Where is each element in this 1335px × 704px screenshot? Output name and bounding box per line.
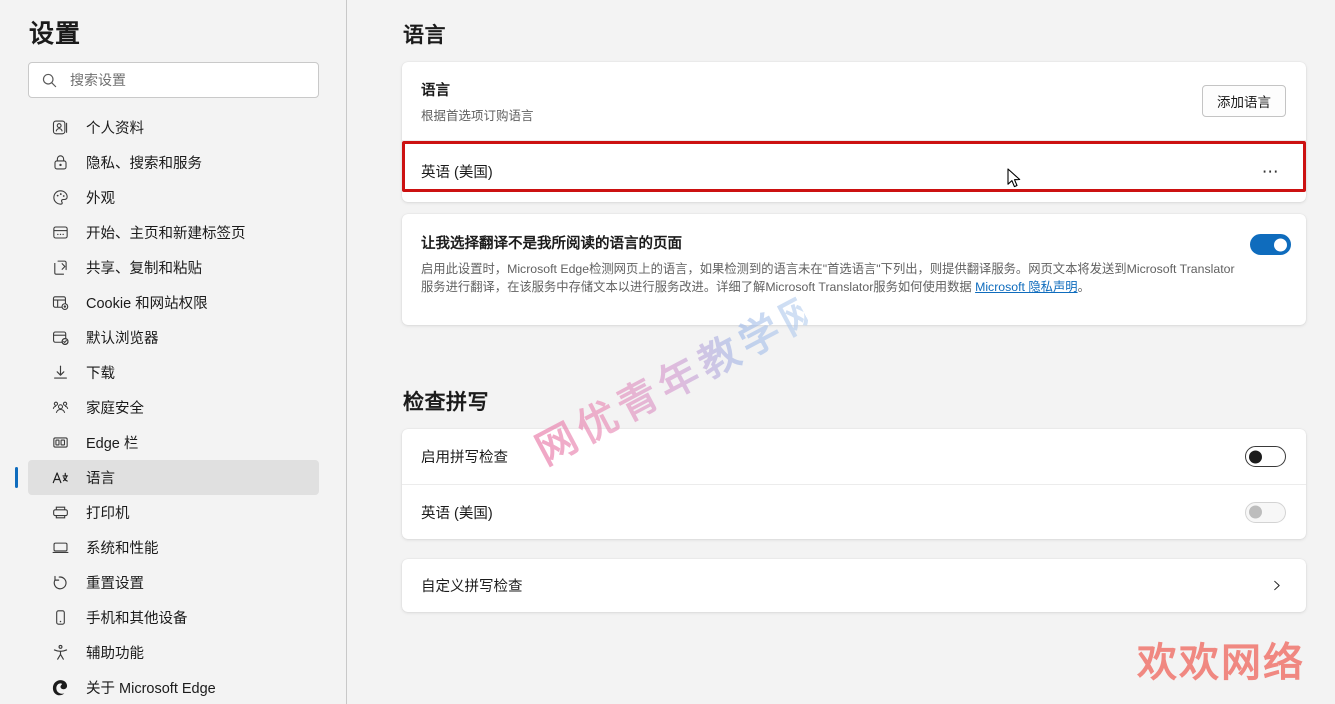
language-icon — [50, 468, 70, 488]
spelling-row-label: 启用拼写检查 — [421, 450, 508, 466]
sidebar-item-profile[interactable]: 个人资料 — [28, 110, 319, 145]
language-card: 语言 根据首选项订购语言 添加语言 英语 (美国) ⋯ — [402, 62, 1306, 202]
sidebar-item-label: 手机和其他设备 — [86, 611, 188, 627]
cookie-settings-icon — [50, 293, 70, 313]
language-section-title: 语言 — [403, 24, 446, 47]
sidebar-item-label: 隐私、搜索和服务 — [86, 156, 202, 172]
settings-page: 设置 个人资料 — [0, 0, 1335, 704]
language-list-item-english-us[interactable]: 英语 (美国) ⋯ — [402, 140, 1306, 202]
sidebar-item-label: 个人资料 — [86, 121, 144, 137]
sidebar-item-downloads[interactable]: 下载 — [28, 355, 319, 390]
page-title: 设置 — [29, 20, 82, 48]
edge-bar-icon — [50, 433, 70, 453]
sidebar-item-edge-bar[interactable]: Edge 栏 — [28, 425, 319, 460]
spelling-card: 启用拼写检查 英语 (美国) — [402, 429, 1306, 539]
sidebar-item-label: 重置设置 — [86, 576, 144, 592]
sidebar-item-label: 共享、复制和粘贴 — [86, 261, 202, 277]
new-tab-page-icon — [50, 223, 70, 243]
spelling-row-enable: 启用拼写检查 — [402, 429, 1306, 484]
sidebar-item-label: 家庭安全 — [86, 401, 144, 417]
sidebar-item-accessibility[interactable]: 辅助功能 — [28, 635, 319, 670]
sidebar-item-printers[interactable]: 打印机 — [28, 495, 319, 530]
edge-logo-icon — [50, 678, 70, 698]
translate-desc-tail: 。 — [1077, 280, 1090, 294]
chevron-right-icon — [1269, 578, 1284, 593]
printer-icon — [50, 503, 70, 523]
sidebar-item-default-browser[interactable]: 默认浏览器 — [28, 320, 319, 355]
sidebar-item-about-microsoft-edge[interactable]: 关于 Microsoft Edge — [28, 670, 319, 704]
sidebar-item-label: 语言 — [86, 471, 115, 487]
sidebar-item-label: 外观 — [86, 191, 115, 207]
profile-icon — [50, 118, 70, 138]
spelling-row-label: 英语 (美国) — [421, 505, 493, 522]
toggle-knob — [1274, 238, 1287, 251]
sidebar-item-label: 辅助功能 — [86, 646, 144, 662]
sidebar-item-start-home-newtab[interactable]: 开始、主页和新建标签页 — [28, 215, 319, 250]
sidebar-nav-list: 个人资料 隐私、搜索和服务 外观 开始、主页和新建标签页 共享、复制和粘贴 Co… — [0, 110, 347, 704]
toggle-knob — [1249, 450, 1262, 463]
language-card-subtitle: 根据首选项订购语言 — [421, 108, 534, 123]
sidebar-item-appearance[interactable]: 外观 — [28, 180, 319, 215]
search-icon — [41, 72, 58, 89]
sidebar-item-system-performance[interactable]: 系统和性能 — [28, 530, 319, 565]
sidebar-item-label: 默认浏览器 — [86, 331, 159, 347]
add-language-button[interactable]: 添加语言 — [1202, 85, 1286, 117]
sidebar-item-label: 打印机 — [86, 506, 130, 522]
sidebar-item-privacy-search-services[interactable]: 隐私、搜索和服务 — [28, 145, 319, 180]
more-options-icon[interactable]: ⋯ — [1258, 159, 1284, 185]
search-input[interactable] — [70, 63, 318, 97]
sidebar-item-family-safety[interactable]: 家庭安全 — [28, 390, 319, 425]
sidebar-item-label: 关于 Microsoft Edge — [86, 681, 216, 697]
sidebar-item-reset-settings[interactable]: 重置设置 — [28, 565, 319, 600]
default-browser-icon — [50, 328, 70, 348]
search-settings-box[interactable] — [28, 62, 319, 98]
phone-icon — [50, 608, 70, 628]
custom-spellcheck-row[interactable]: 自定义拼写检查 — [402, 559, 1306, 612]
download-icon — [50, 363, 70, 383]
sidebar-item-label: 下载 — [86, 366, 115, 382]
system-icon — [50, 538, 70, 558]
sidebar-item-phone-other-devices[interactable]: 手机和其他设备 — [28, 600, 319, 635]
custom-spellcheck-label: 自定义拼写检查 — [421, 579, 523, 595]
reset-icon — [50, 573, 70, 593]
sidebar-item-share-copy-paste[interactable]: 共享、复制和粘贴 — [28, 250, 319, 285]
sidebar-item-label: 系统和性能 — [86, 541, 159, 557]
language-card-title: 语言 — [421, 82, 450, 99]
lock-icon — [50, 153, 70, 173]
spelling-row-english-us: 英语 (美国) — [402, 484, 1306, 539]
translate-setting-description: 启用此设置时，Microsoft Edge检测网页上的语言，如果检测到的语言未在… — [421, 260, 1236, 296]
translate-setting-title: 让我选择翻译不是我所阅读的语言的页面 — [421, 236, 682, 252]
sidebar-item-languages[interactable]: 语言 — [15, 460, 319, 495]
sidebar-item-label: Cookie 和网站权限 — [86, 296, 208, 312]
share-icon — [50, 258, 70, 278]
language-card-header: 语言 根据首选项订购语言 添加语言 — [402, 62, 1306, 140]
custom-spellcheck-card[interactable]: 自定义拼写检查 — [402, 559, 1306, 612]
sidebar: 设置 个人资料 — [0, 0, 347, 704]
accessibility-icon — [50, 643, 70, 663]
toggle-knob — [1249, 505, 1262, 519]
translate-toggle[interactable] — [1250, 234, 1291, 255]
enable-spellcheck-toggle[interactable] — [1245, 446, 1286, 467]
sidebar-item-label: 开始、主页和新建标签页 — [86, 226, 246, 242]
sidebar-item-cookies-site-permissions[interactable]: Cookie 和网站权限 — [28, 285, 319, 320]
spelling-section-title: 检查拼写 — [403, 391, 489, 414]
main-content: 语言 语言 根据首选项订购语言 添加语言 英语 (美国) ⋯ 让我选择翻译不是我… — [348, 0, 1335, 704]
language-entry-label: 英语 (美国) — [421, 165, 493, 181]
english-us-spellcheck-toggle[interactable] — [1245, 501, 1286, 523]
sidebar-item-label: Edge 栏 — [86, 436, 139, 452]
family-icon — [50, 398, 70, 418]
translate-desc-text: 启用此设置时，Microsoft Edge检测网页上的语言，如果检测到的语言未在… — [421, 262, 1235, 294]
translate-card: 让我选择翻译不是我所阅读的语言的页面 启用此设置时，Microsoft Edge… — [402, 214, 1306, 325]
privacy-statement-link[interactable]: Microsoft 隐私声明 — [975, 280, 1077, 294]
palette-icon — [50, 188, 70, 208]
